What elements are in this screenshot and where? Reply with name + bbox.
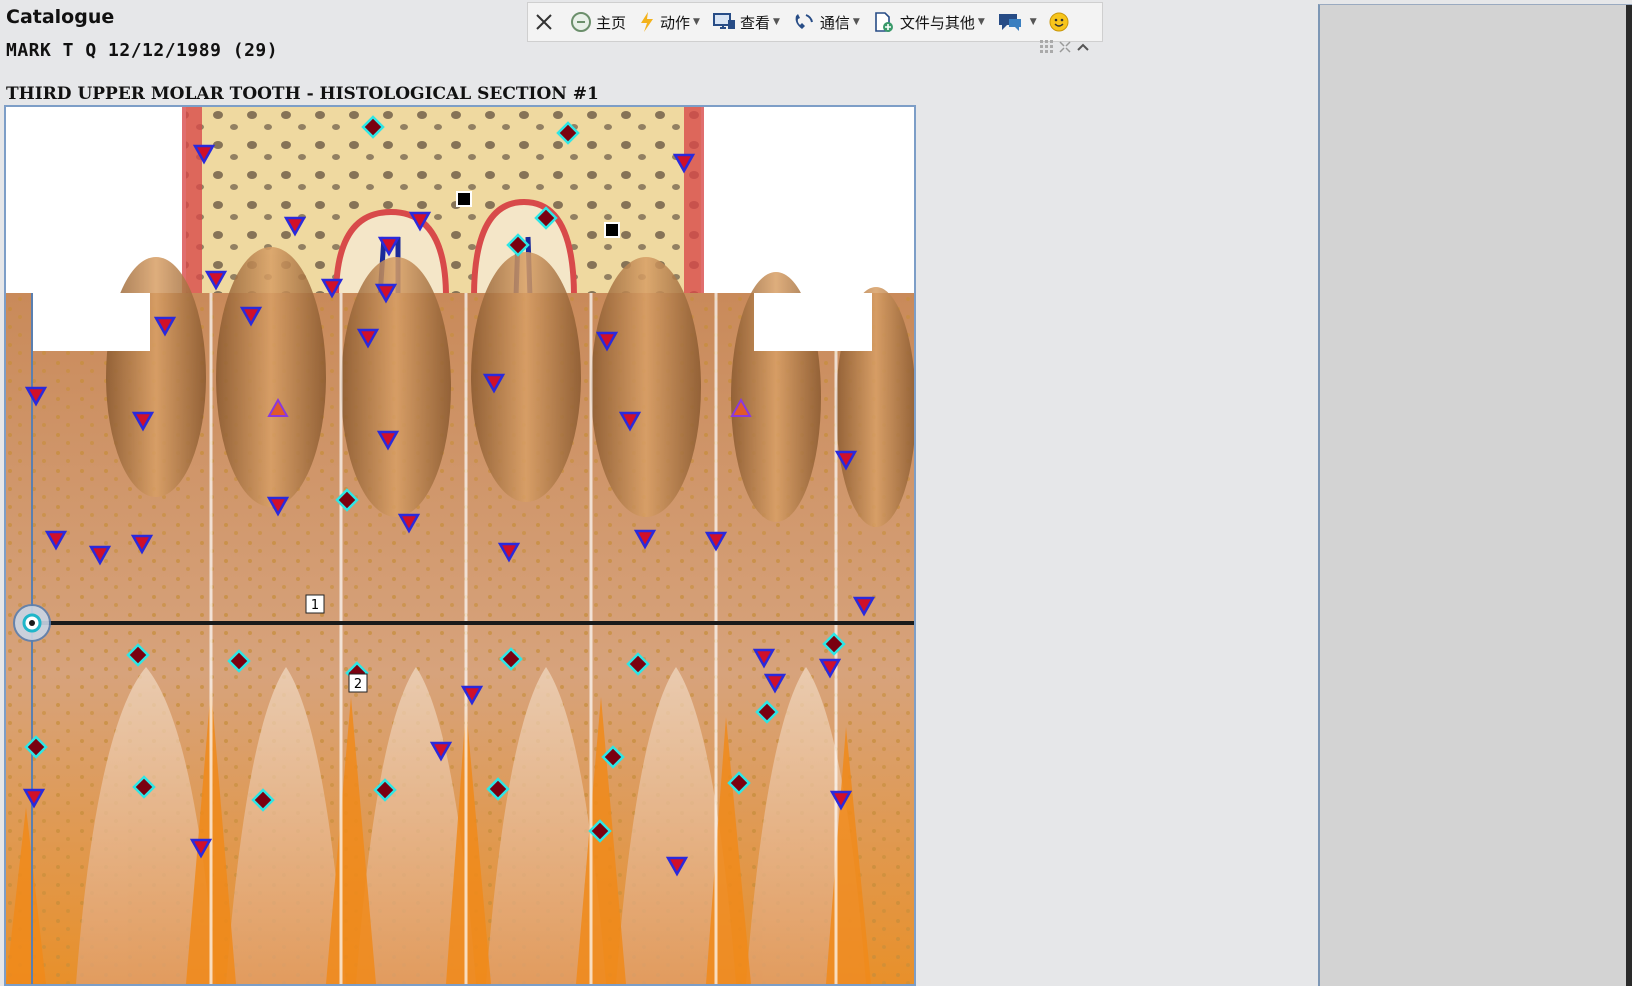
toolbar-file-menu[interactable]: 文件与其他 ▼: [866, 3, 991, 41]
chevron-down-icon: ▼: [852, 17, 860, 27]
tooth-illustration[interactable]: 1 2: [6, 107, 914, 984]
main-toolbar: 主页 动作 ▼ 查看 ▼ 通信 ▼ 文件与其他 ▼ ▼: [527, 2, 1103, 42]
side-panel: [1318, 4, 1632, 986]
toolbar-smiley-button[interactable]: [1043, 3, 1079, 41]
home-icon: [571, 12, 591, 32]
square-marker[interactable]: [604, 222, 620, 238]
patient-info: MARK T Q 12/12/1989 (29): [6, 40, 279, 61]
square-marker[interactable]: [456, 191, 472, 207]
chevron-down-icon: ▼: [977, 17, 985, 27]
toolbar-comm-menu[interactable]: 通信 ▼: [786, 3, 866, 41]
cutout-left: [32, 293, 150, 351]
tooth-section-viewer[interactable]: 1 2: [4, 105, 916, 986]
marker-label-2-text: 2: [354, 677, 362, 692]
grid-icon[interactable]: [1040, 40, 1054, 54]
periosteum-left: [182, 107, 202, 297]
app-title: Catalogue: [6, 6, 115, 28]
toolbar-home-label: 主页: [596, 13, 627, 32]
smiley-icon: [1049, 12, 1069, 32]
chevron-down-icon: ▼: [1029, 17, 1037, 27]
chevron-down-icon: ▼: [693, 17, 700, 27]
toolbar-file-label: 文件与其他: [899, 13, 975, 32]
chevron-down-icon: ▼: [772, 17, 780, 27]
marker-label-1-text: 1: [311, 598, 319, 613]
chevron-up-icon[interactable]: [1076, 40, 1090, 54]
close-icon: [536, 14, 552, 30]
periosteum-right: [684, 107, 704, 297]
chat-icon: [998, 14, 1021, 31]
marker-label-2[interactable]: 2: [348, 673, 368, 693]
expand-icon[interactable]: [1058, 40, 1072, 54]
toolbar-view-menu[interactable]: 查看 ▼: [706, 3, 786, 41]
lightning-icon: [641, 12, 654, 32]
crosshair-handle[interactable]: [13, 604, 51, 642]
toolbar-comm-label: 通信: [819, 13, 850, 32]
toolbar-action-menu[interactable]: 动作 ▼: [632, 3, 706, 41]
viewer-mini-controls: [1040, 40, 1090, 54]
panel-edge: [1626, 5, 1632, 986]
close-button[interactable]: [528, 3, 564, 41]
phone-icon: [795, 14, 813, 29]
file-plus-icon: [875, 12, 893, 32]
toolbar-chat-menu[interactable]: ▼: [991, 3, 1043, 41]
marker-label-1[interactable]: 1: [305, 594, 325, 614]
monitor-icon: [712, 13, 735, 29]
cutout-right: [754, 293, 872, 351]
section-title: THIRD UPPER MOLAR TOOTH - HISTOLOGICAL S…: [6, 84, 599, 104]
toolbar-home-button[interactable]: 主页: [564, 3, 632, 41]
toolbar-view-label: 查看: [739, 13, 770, 32]
toolbar-action-label: 动作: [660, 13, 691, 32]
